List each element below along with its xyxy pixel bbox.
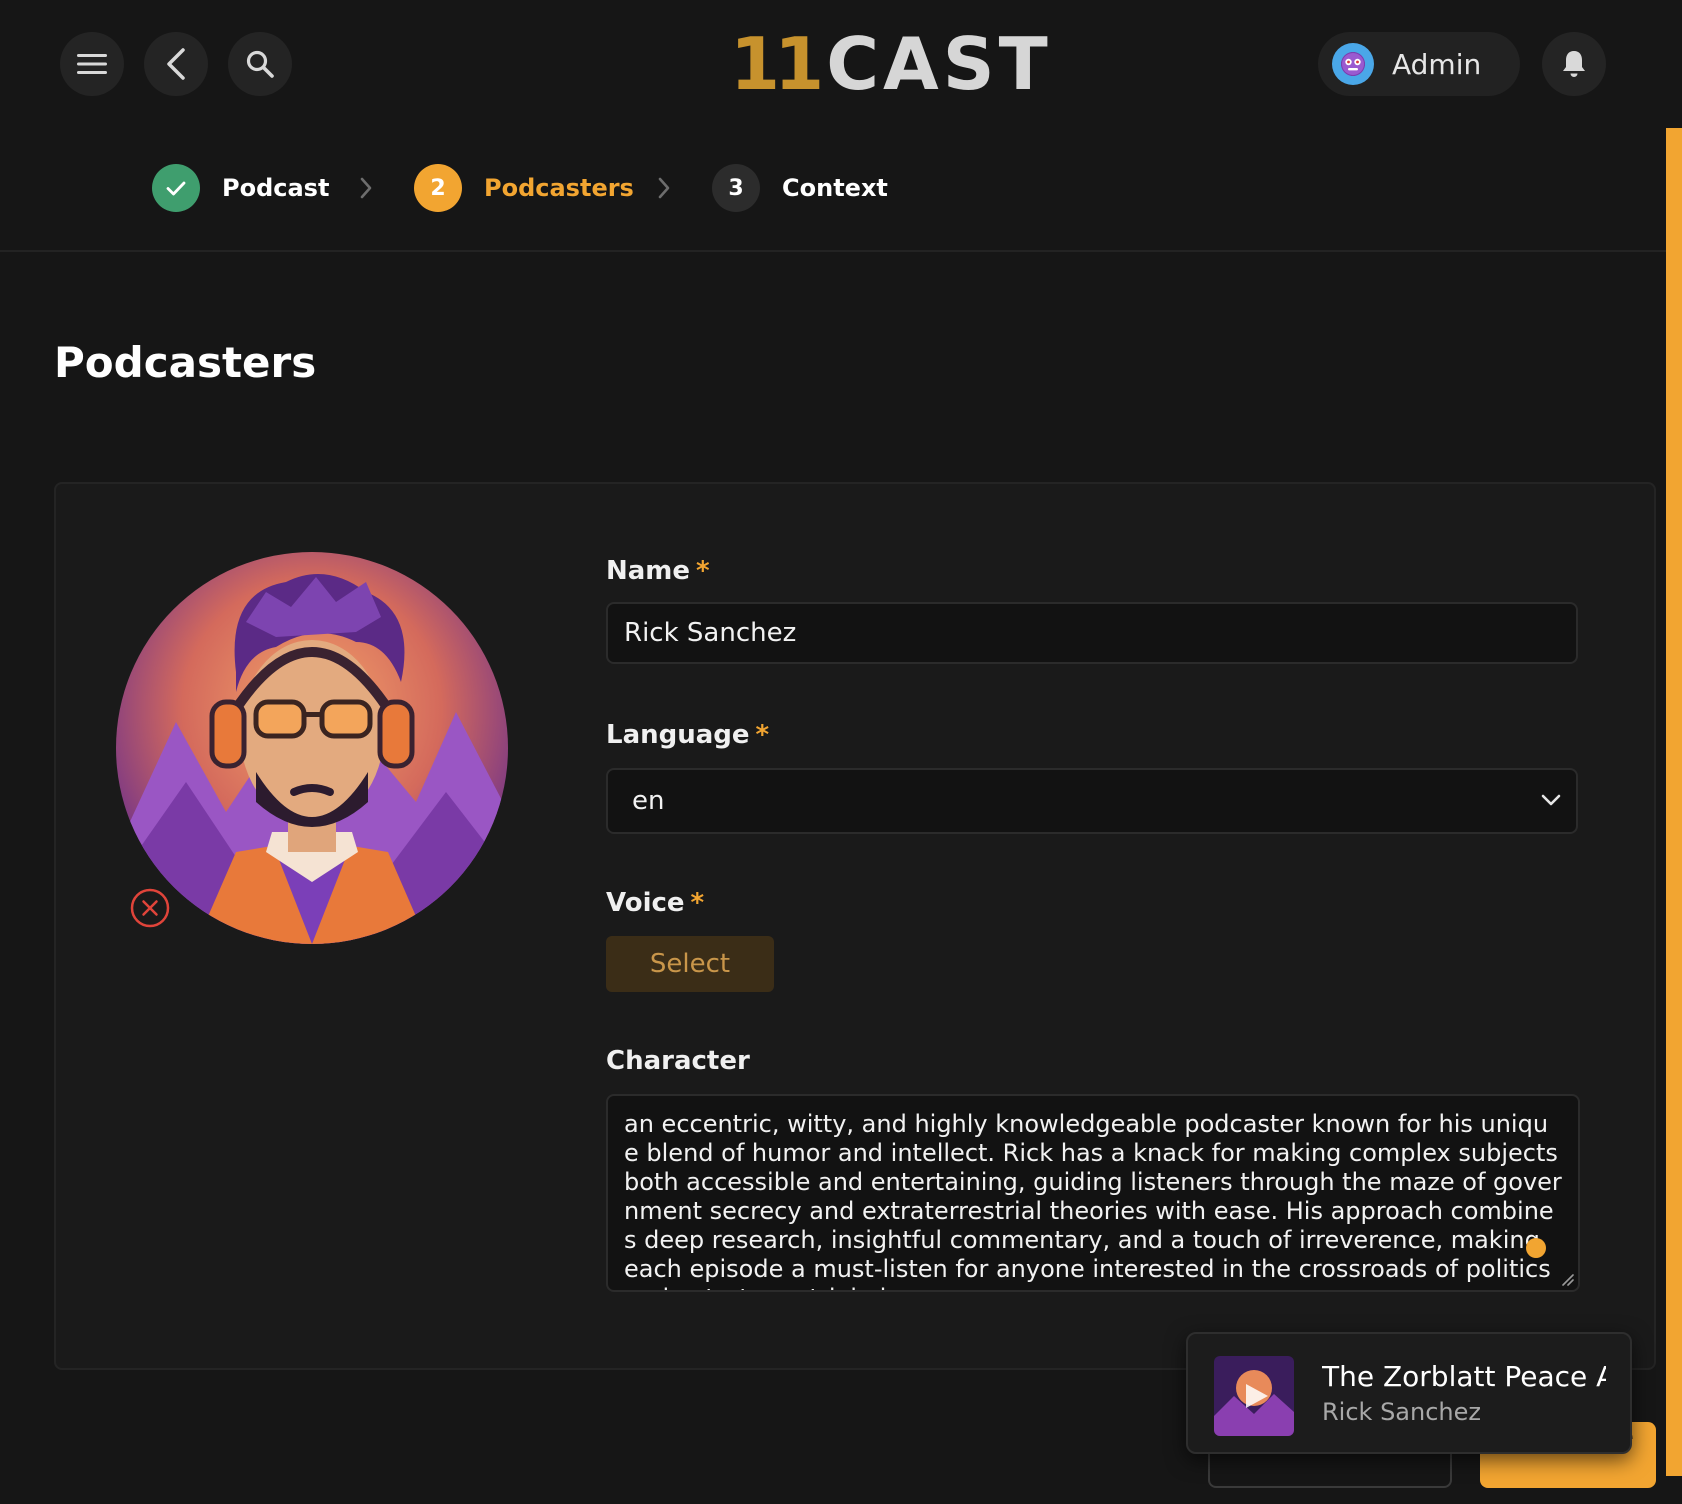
required-marker: * bbox=[755, 720, 770, 750]
search-button[interactable] bbox=[228, 32, 292, 96]
step-context[interactable]: 3 Context bbox=[712, 164, 888, 212]
language-select[interactable]: en bbox=[606, 768, 1578, 834]
character-value: an eccentric, witty, and highly knowledg… bbox=[624, 1110, 1562, 1290]
step-label: Context bbox=[782, 174, 888, 202]
podcaster-avatar[interactable] bbox=[116, 552, 508, 944]
voice-label: Voice * bbox=[606, 888, 704, 918]
stepper: Podcast 2 Podcasters 3 Context bbox=[0, 128, 1670, 252]
language-value: en bbox=[632, 786, 665, 816]
cursor-indicator bbox=[1526, 1238, 1546, 1258]
logo-word: CAST bbox=[826, 22, 1052, 106]
episode-artwork[interactable] bbox=[1214, 1356, 1294, 1436]
search-icon bbox=[246, 50, 274, 78]
chevron-down-icon bbox=[1541, 794, 1561, 806]
top-bar: 11 CAST Admin bbox=[0, 0, 1682, 128]
check-icon bbox=[166, 181, 186, 196]
podcaster-portrait-image bbox=[116, 552, 508, 944]
step-podcast[interactable]: Podcast bbox=[152, 164, 329, 212]
step-label: Podcast bbox=[222, 174, 330, 202]
select-voice-button[interactable]: Select bbox=[606, 936, 774, 992]
step-podcasters[interactable]: 2 Podcasters bbox=[414, 164, 634, 212]
remove-avatar-button[interactable] bbox=[130, 888, 170, 928]
podcaster-card: Name * Rick Sanchez Language * en Voice * S… bbox=[54, 482, 1656, 1370]
name-label-text: Name bbox=[606, 556, 691, 586]
logo-number: 11 bbox=[730, 22, 824, 106]
step-number: 2 bbox=[414, 164, 462, 212]
character-textarea[interactable]: an eccentric, witty, and highly knowledg… bbox=[606, 1094, 1580, 1292]
name-value: Rick Sanchez bbox=[624, 618, 797, 648]
avatar bbox=[1332, 43, 1374, 85]
notifications-button[interactable] bbox=[1542, 32, 1606, 96]
back-icon bbox=[167, 48, 185, 80]
mini-player[interactable]: The Zorblatt Peace Accord Rick Sanchez bbox=[1186, 1332, 1632, 1454]
step-number: 3 bbox=[712, 164, 760, 212]
step-done-badge bbox=[152, 164, 200, 212]
scroll-indicator[interactable] bbox=[1666, 128, 1682, 1476]
close-circle-icon bbox=[130, 888, 170, 928]
required-marker: * bbox=[696, 556, 710, 586]
character-label: Character bbox=[606, 1046, 750, 1076]
menu-icon bbox=[77, 54, 107, 74]
episode-title: The Zorblatt Peace Accord bbox=[1322, 1360, 1606, 1393]
user-name: Admin bbox=[1392, 47, 1482, 81]
voice-label-text: Voice bbox=[606, 888, 685, 918]
step-label: Podcasters bbox=[484, 174, 634, 202]
robot-avatar-icon bbox=[1342, 53, 1364, 75]
episode-author: Rick Sanchez bbox=[1322, 1398, 1481, 1426]
name-input[interactable]: Rick Sanchez bbox=[606, 602, 1578, 664]
name-label: Name * bbox=[606, 556, 710, 586]
user-menu[interactable]: Admin bbox=[1318, 32, 1520, 96]
app-logo[interactable]: 11 CAST bbox=[730, 26, 1052, 102]
language-label: Language * bbox=[606, 720, 769, 750]
episode-artwork-image bbox=[1214, 1356, 1294, 1436]
chevron-right-icon bbox=[658, 177, 670, 199]
resize-handle-icon[interactable] bbox=[1560, 1272, 1574, 1286]
bell-icon bbox=[1563, 51, 1585, 77]
back-button[interactable] bbox=[144, 32, 208, 96]
chevron-right-icon bbox=[360, 177, 372, 199]
language-label-text: Language bbox=[606, 720, 750, 750]
page-title: Podcasters bbox=[54, 338, 317, 387]
menu-button[interactable] bbox=[60, 32, 124, 96]
required-marker: * bbox=[690, 888, 705, 918]
